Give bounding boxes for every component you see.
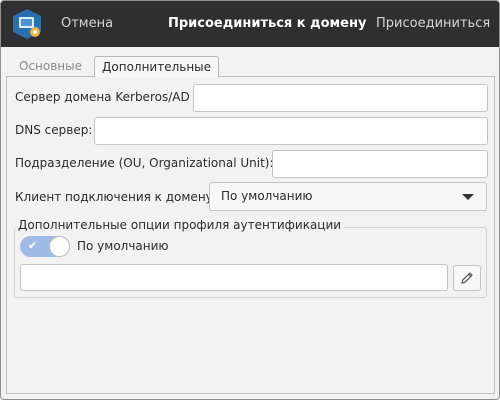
tab-basic[interactable]: Основные: [12, 56, 89, 78]
default-toggle-label: По умолчанию: [77, 239, 169, 253]
tab-advanced[interactable]: Дополнительные: [94, 56, 220, 78]
dns-server-label: DNS сервер:: [15, 123, 93, 137]
domain-app-icon: [13, 9, 41, 39]
domain-client-value: По умолчанию: [221, 189, 313, 203]
auth-options-input[interactable]: [20, 264, 448, 291]
check-icon: ✔: [28, 239, 38, 252]
dialog-title: Присоединиться к домену: [168, 16, 367, 31]
pencil-icon: [461, 272, 473, 284]
domain-client-select[interactable]: По умолчанию: [209, 182, 487, 211]
edit-button[interactable]: [453, 265, 481, 291]
kerberos-server-label: Сервер домена Kerberos/AD: [15, 90, 190, 104]
kerberos-server-input[interactable]: [193, 84, 488, 112]
dns-server-input[interactable]: [94, 117, 488, 145]
join-domain-dialog: Отмена Присоединиться к домену Присоедин…: [0, 0, 500, 400]
ou-label: Подразделение (OU, Organizational Unit):: [15, 156, 274, 170]
ou-input[interactable]: [272, 150, 488, 178]
cancel-button[interactable]: Отмена: [61, 1, 113, 47]
toggle-knob: [49, 236, 70, 257]
header-bar: Отмена Присоединиться к домену Присоедин…: [1, 1, 499, 47]
auth-options-title: Дополнительные опции профиля аутентифика…: [16, 218, 344, 232]
chevron-down-icon: [462, 194, 474, 200]
default-toggle[interactable]: ✔: [20, 236, 70, 257]
tab-bar: Основные Дополнительные: [1, 47, 499, 78]
domain-client-label: Клиент подключения к домену: [15, 190, 213, 204]
join-button[interactable]: Присоединиться: [376, 1, 490, 47]
